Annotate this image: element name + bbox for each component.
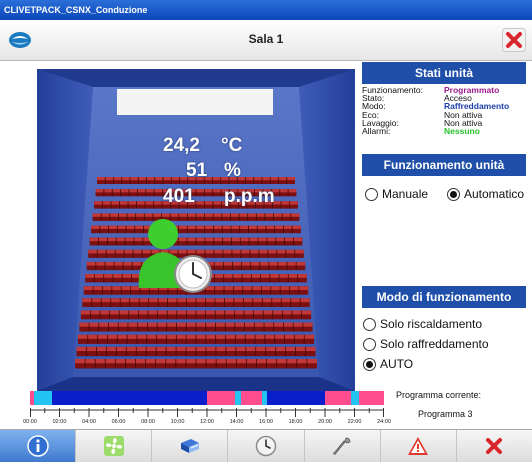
humidity-value: 51 xyxy=(186,160,208,181)
schedule-segment[interactable] xyxy=(34,391,53,405)
tick-label: 10:00 xyxy=(170,419,185,425)
tick-label: 00:00 xyxy=(23,419,37,425)
fan-icon xyxy=(103,436,124,456)
schedule-timeline: 00:00 02:00 04:00 06:00 08:00 10:00 12:00 14:00… xyxy=(23,406,391,426)
info-button[interactable] xyxy=(0,430,77,462)
info-icon xyxy=(26,435,49,457)
schedule-segment[interactable] xyxy=(206,391,235,405)
schedule-segment[interactable] xyxy=(351,391,359,405)
tick-label: 12:00 xyxy=(200,419,214,425)
tick-label: 22:00 xyxy=(347,419,362,425)
tick-marks xyxy=(30,408,384,417)
status-label: Allarmi: xyxy=(362,125,391,136)
temperature-unit: °C xyxy=(221,135,243,156)
schedule-segment[interactable] xyxy=(358,391,384,405)
radio-auto[interactable]: AUTO xyxy=(363,357,413,371)
program-label: Programma corrente: xyxy=(396,390,482,400)
stati-unita-header: Stati unità xyxy=(362,62,526,84)
tick-label: 04:00 xyxy=(82,419,96,425)
schedule-segment[interactable] xyxy=(324,391,352,405)
radio-auto-label: AUTO xyxy=(380,357,414,371)
modo-header: Modo di funzionamento xyxy=(362,286,526,308)
radio-circle[interactable] xyxy=(447,187,460,201)
radio-solo-riscaldamento-label: Solo riscaldamento xyxy=(380,317,483,331)
book-icon xyxy=(180,439,199,453)
schedule-segment[interactable] xyxy=(267,391,325,405)
tick-label: 20:00 xyxy=(318,419,332,425)
book-button[interactable] xyxy=(152,430,229,462)
radio-circle[interactable] xyxy=(363,317,376,331)
page-title: Sala 1 xyxy=(248,32,284,46)
clock-icon xyxy=(255,435,277,457)
wrench-button[interactable] xyxy=(305,430,381,462)
radio-manuale[interactable]: Manuale xyxy=(365,187,428,201)
funzionamento-header: Funzionamento unità xyxy=(362,154,526,176)
tick-label: 18:00 xyxy=(288,419,303,425)
tick-label: 02:00 xyxy=(52,419,67,425)
occupant-schedule-icon xyxy=(138,219,212,293)
radio-manuale-label: Manuale xyxy=(382,187,429,201)
tick-label: 08:00 xyxy=(141,419,155,425)
status-row: Allarmi: Nessuno xyxy=(362,125,532,136)
window-title: CLIVETPACK_CSNX_Conduzione xyxy=(4,5,148,15)
bottom-toolbar xyxy=(0,429,532,462)
schedule-segment[interactable] xyxy=(240,391,262,405)
radio-circle[interactable] xyxy=(365,187,378,201)
temperature-value: 24,2 xyxy=(163,135,200,156)
co2-unit: p.p.m xyxy=(224,186,275,207)
exit-button[interactable] xyxy=(457,430,532,462)
radio-solo-raffreddamento-label: Solo raffreddamento xyxy=(380,337,489,351)
fan-button[interactable] xyxy=(76,430,153,462)
radio-automatico[interactable]: Automatico xyxy=(447,187,524,201)
alarm-button[interactable] xyxy=(381,430,457,462)
program-value: Programma 3 xyxy=(418,409,473,419)
schedule-bar[interactable] xyxy=(30,391,384,405)
tick-label: 24:00 xyxy=(377,419,391,425)
co2-value: 401 xyxy=(163,186,195,207)
tick-label: 14:00 xyxy=(229,419,244,425)
wrench-icon xyxy=(333,437,351,455)
tick-label: 06:00 xyxy=(111,419,126,425)
radio-solo-raffreddamento[interactable]: Solo raffreddamento xyxy=(363,337,489,351)
schedule-segment[interactable] xyxy=(52,391,207,405)
close-icon[interactable] xyxy=(502,28,526,52)
radio-solo-riscaldamento[interactable]: Solo riscaldamento xyxy=(363,317,482,331)
header-bar: Sala 1 xyxy=(0,20,532,61)
warning-icon xyxy=(408,437,429,455)
status-value: Nessuno xyxy=(444,125,480,136)
radio-circle[interactable] xyxy=(363,357,376,371)
window-titlebar: CLIVETPACK_CSNX_Conduzione xyxy=(0,0,532,20)
humidity-unit: % xyxy=(224,160,241,181)
status-list: Funzionamento: Programmato Stato: Acceso Mod… xyxy=(362,86,532,136)
tick-label: 16:00 xyxy=(259,419,273,425)
clock-button[interactable] xyxy=(228,430,305,462)
close-icon xyxy=(486,438,503,454)
radio-automatico-label: Automatico xyxy=(464,187,525,201)
radio-circle[interactable] xyxy=(363,337,376,351)
